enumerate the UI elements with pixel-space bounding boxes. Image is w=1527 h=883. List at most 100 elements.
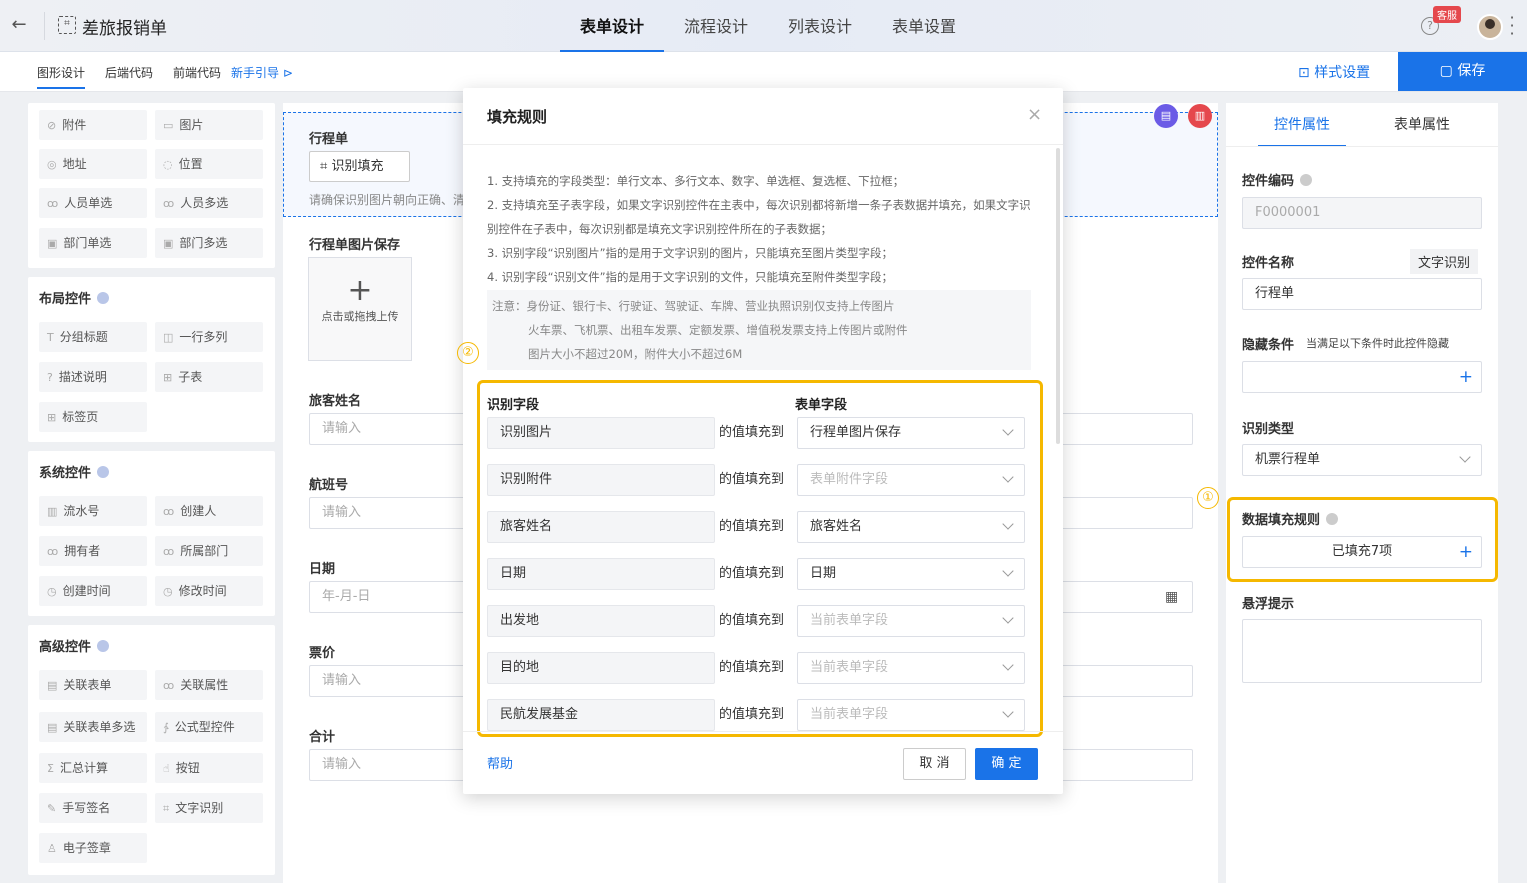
hide-condition-hint: 当满足以下条件时此控件隐藏 xyxy=(1306,337,1449,350)
control-multi-column[interactable]: ◫ 一行多列 xyxy=(155,322,263,352)
control-dept-multi[interactable]: ▣ 部门多选 xyxy=(155,228,263,258)
tooltip-label: 悬浮提示 xyxy=(1242,597,1295,612)
target-field-select[interactable]: 行程单图片保存 xyxy=(797,417,1025,449)
tab-control-properties[interactable]: 控件属性 xyxy=(1258,103,1346,147)
tab-list-design[interactable]: 列表设计 xyxy=(768,0,872,52)
rule-2: 2. 支持填充至子表字段，如果文字识别控件在主表中，每次识别都将新增一条子表数据… xyxy=(487,198,1031,236)
layout-controls-group: 布局控件 T 分组标题 ◫ 一行多列 ? 描述说明 ⊞ 子表 ⊞ 标签页 xyxy=(28,277,275,442)
control-department[interactable]: ꝏ 所属部门 xyxy=(155,536,263,566)
control-button[interactable]: ☝ 按钮 xyxy=(155,753,263,783)
control-related-attr[interactable]: ꝏ 关联属性 xyxy=(155,670,263,700)
control-location[interactable]: ◌ 位置 xyxy=(155,149,263,179)
chevron-down-icon xyxy=(1002,471,1014,483)
save-button[interactable]: ▢ 保存 xyxy=(1398,52,1527,91)
scan-icon: ⌗ xyxy=(320,159,328,174)
tab-form-design[interactable]: 表单设计 xyxy=(560,0,665,52)
control-create-time[interactable]: ◷ 创建时间 xyxy=(39,576,147,606)
chevron-down-icon xyxy=(1002,565,1014,577)
calendar-icon[interactable]: ▦ xyxy=(1165,589,1178,605)
info-icon xyxy=(97,640,110,652)
rule-3: 3. 识别字段“识别图片”指的是用于文字识别的图片，只能填充至图片类型字段； xyxy=(487,246,894,260)
system-controls-group: 系统控件 ▥ 流水号 ꝏ 创建人 ꝏ 拥有者 ꝏ 所属部门 ◷ 创建时间 ◷ 修改时间 xyxy=(28,451,275,616)
target-field-select[interactable]: 当前表单字段 xyxy=(797,605,1025,637)
avatar[interactable] xyxy=(1477,14,1503,40)
subtab-frontend-code[interactable]: 前端代码 xyxy=(173,64,221,81)
system-controls-title: 系统控件 xyxy=(39,462,110,481)
target-field-select[interactable]: 日期 xyxy=(797,558,1025,590)
subtab-backend-code[interactable]: 后端代码 xyxy=(105,64,153,81)
target-field-select[interactable]: 当前表单字段 xyxy=(797,652,1025,684)
ocr-fill-button[interactable]: ⌗ 识别填充 xyxy=(309,151,410,182)
control-group-title[interactable]: T 分组标题 xyxy=(39,322,147,352)
control-address[interactable]: ◎ 地址 xyxy=(39,149,147,179)
field-label: 航班号 xyxy=(309,478,349,493)
control-description[interactable]: ? 描述说明 xyxy=(39,362,147,392)
control-signature[interactable]: ✎ 手写签名 xyxy=(39,793,147,823)
source-field: 识别图片 xyxy=(487,417,715,449)
plus-icon[interactable]: + xyxy=(1459,362,1473,392)
image-upload-area[interactable]: + 点击或拖拽上传 xyxy=(308,257,412,361)
control-ocr[interactable]: ⌗ 文字识别 xyxy=(155,793,263,823)
field-label: 日期 xyxy=(309,562,336,577)
modal-title: 填充规则 xyxy=(487,108,548,126)
delete-icon[interactable]: ▥ xyxy=(1188,104,1212,128)
target-field-select[interactable]: 旅客姓名 xyxy=(797,511,1025,543)
back-arrow-icon[interactable]: ← xyxy=(8,14,30,36)
step-marker-1: ① xyxy=(1197,487,1219,509)
more-vertical-icon[interactable]: · · · xyxy=(1508,10,1516,42)
ocr-type-select[interactable]: 机票行程单 xyxy=(1242,444,1482,476)
mapping-text: 的值填充到 xyxy=(719,519,785,534)
control-serial-number[interactable]: ▥ 流水号 xyxy=(39,496,147,526)
step-marker-2: ② xyxy=(457,342,479,364)
mapping-text: 的值填充到 xyxy=(719,660,785,675)
close-icon[interactable]: × xyxy=(1027,104,1042,125)
style-settings-button[interactable]: ⊡ 样式设置 xyxy=(1298,62,1370,82)
chevron-down-icon xyxy=(1002,518,1014,530)
chevron-down-icon xyxy=(1002,659,1014,671)
control-name-input[interactable]: 行程单 xyxy=(1242,278,1482,310)
customer-service-badge[interactable]: 客服 xyxy=(1433,6,1461,23)
note-line: 火车票、飞机票、出租车发票、定额发票、增值税发票支持上传图片或附件 xyxy=(528,323,908,337)
control-creator[interactable]: ꝏ 创建人 xyxy=(155,496,263,526)
cancel-button[interactable]: 取 消 xyxy=(903,748,966,780)
control-dept-single[interactable]: ▣ 部门单选 xyxy=(39,228,147,258)
control-user-multi[interactable]: ꝏ 人员多选 xyxy=(155,188,263,218)
control-subtable[interactable]: ⊞ 子表 xyxy=(155,362,263,392)
ocr-type-label: 识别类型 xyxy=(1242,422,1295,437)
control-summary[interactable]: Σ 汇总计算 xyxy=(39,753,147,783)
hide-condition-input[interactable]: + xyxy=(1242,361,1482,393)
control-code-label: 控件编码 xyxy=(1242,170,1313,189)
fill-rules-button[interactable]: 已填充7项 + xyxy=(1242,536,1482,568)
control-modify-time[interactable]: ◷ 修改时间 xyxy=(155,576,263,606)
modal-scrollbar[interactable] xyxy=(1056,148,1060,444)
target-field-select[interactable]: 当前表单字段 xyxy=(797,699,1025,731)
tab-process-design[interactable]: 流程设计 xyxy=(664,0,768,52)
control-owner[interactable]: ꝏ 拥有者 xyxy=(39,536,147,566)
control-related-form[interactable]: ▤ 关联表单 xyxy=(39,670,147,700)
help-link[interactable]: 帮助 xyxy=(487,753,513,772)
field-label: 旅客姓名 xyxy=(309,394,362,409)
tab-form-settings[interactable]: 表单设置 xyxy=(872,0,976,52)
target-field-select[interactable]: 表单附件字段 xyxy=(797,464,1025,496)
mapping-text: 的值填充到 xyxy=(719,707,785,722)
chevron-down-icon xyxy=(1002,612,1014,624)
tooltip-textarea[interactable] xyxy=(1242,619,1482,683)
control-code-input: F0000001 xyxy=(1242,197,1482,229)
control-attachment[interactable]: ⊘ 附件 xyxy=(39,110,147,140)
control-related-form-multi[interactable]: ▤ 关联表单多选 xyxy=(39,712,147,742)
control-formula[interactable]: ∱ 公式型控件 xyxy=(155,712,263,742)
mapping-text: 的值填充到 xyxy=(719,425,785,440)
subtab-graphic-design[interactable]: 图形设计 xyxy=(37,64,86,89)
fill-rules-label: 数据填充规则 xyxy=(1242,509,1339,528)
tab-form-properties[interactable]: 表单属性 xyxy=(1378,103,1466,147)
ocr-hint: 请确保识别图片朝向正确、清 xyxy=(309,193,466,207)
control-tab-page[interactable]: ⊞ 标签页 xyxy=(39,402,147,432)
copy-icon[interactable]: ▤ xyxy=(1154,104,1178,128)
page-title: 差旅报销单 xyxy=(82,19,167,39)
confirm-button[interactable]: 确 定 xyxy=(975,748,1038,780)
control-e-seal[interactable]: ♙ 电子签章 xyxy=(39,833,147,863)
info-icon xyxy=(97,292,110,304)
guide-link[interactable]: 新手引导 ⊳ xyxy=(231,64,293,81)
control-user-single[interactable]: ꝏ 人员单选 xyxy=(39,188,147,218)
control-image[interactable]: ▭ 图片 xyxy=(155,110,263,140)
